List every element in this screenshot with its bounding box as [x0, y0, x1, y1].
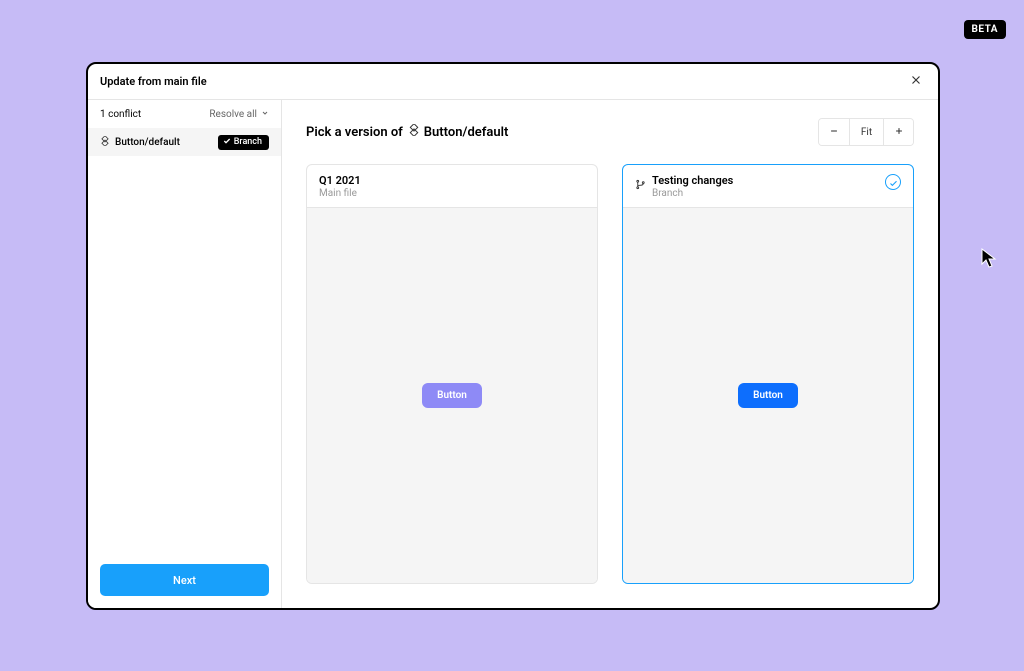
conflict-count-label: 1 conflict — [100, 109, 141, 120]
version-card-main[interactable]: Q1 2021 Main file Button — [306, 164, 598, 584]
chevron-down-icon — [261, 109, 269, 120]
pick-version-title: Pick a version of Button/default — [306, 124, 508, 140]
pick-prefix: Pick a version of — [306, 125, 403, 140]
component-icon — [100, 136, 110, 149]
modal-title: Update from main file — [100, 75, 207, 88]
branch-icon — [635, 175, 646, 194]
version-title-main: Q1 2021 — [319, 174, 361, 187]
check-icon — [223, 137, 231, 148]
plus-icon — [894, 126, 904, 139]
modal-header: Update from main file — [88, 64, 938, 100]
resolve-all-label: Resolve all — [209, 109, 257, 120]
version-subtitle-main: Main file — [319, 188, 361, 199]
branch-chip: Branch — [218, 135, 269, 150]
main-header: Pick a version of Button/default — [306, 118, 914, 146]
version-card-branch[interactable]: Testing changes Branch Button — [622, 164, 914, 584]
conflict-item-name: Button/default — [100, 136, 180, 149]
update-modal: Update from main file 1 conflict Resolve… — [86, 62, 940, 610]
zoom-in-button[interactable] — [883, 119, 913, 145]
resolve-all-dropdown[interactable]: Resolve all — [209, 109, 269, 120]
versions-row: Q1 2021 Main file Button — [306, 164, 914, 584]
minus-icon — [829, 126, 839, 139]
preview-button-main: Button — [422, 383, 482, 408]
selected-indicator[interactable] — [885, 174, 901, 190]
component-icon — [408, 124, 420, 140]
conflict-item[interactable]: Button/default Branch — [88, 128, 281, 156]
zoom-controls: Fit — [818, 118, 914, 146]
modal-body: 1 conflict Resolve all Bu — [88, 100, 938, 608]
close-icon — [909, 72, 923, 91]
version-head-main: Q1 2021 Main file — [307, 165, 597, 208]
beta-badge: BETA — [964, 20, 1007, 39]
preview-button-branch: Button — [738, 383, 798, 408]
sidebar-footer: Next — [88, 552, 281, 608]
version-title-branch: Testing changes — [652, 174, 733, 187]
check-icon — [889, 173, 898, 192]
zoom-out-button[interactable] — [819, 119, 849, 145]
version-subtitle-branch: Branch — [652, 188, 733, 199]
main-panel: Pick a version of Button/default — [282, 100, 938, 608]
component-ref: Button/default — [408, 124, 509, 140]
cursor-icon — [981, 248, 997, 274]
component-name-label: Button/default — [424, 125, 509, 140]
sidebar-header: 1 conflict Resolve all — [88, 100, 281, 128]
conflict-item-label: Button/default — [115, 137, 180, 148]
branch-chip-label: Branch — [234, 137, 262, 147]
zoom-fit-button[interactable]: Fit — [849, 119, 883, 145]
sidebar: 1 conflict Resolve all Bu — [88, 100, 282, 608]
version-canvas-main: Button — [307, 208, 597, 583]
next-button[interactable]: Next — [100, 564, 269, 596]
version-canvas-branch: Button — [623, 208, 913, 583]
close-button[interactable] — [906, 72, 926, 92]
version-head-branch: Testing changes Branch — [623, 165, 913, 208]
